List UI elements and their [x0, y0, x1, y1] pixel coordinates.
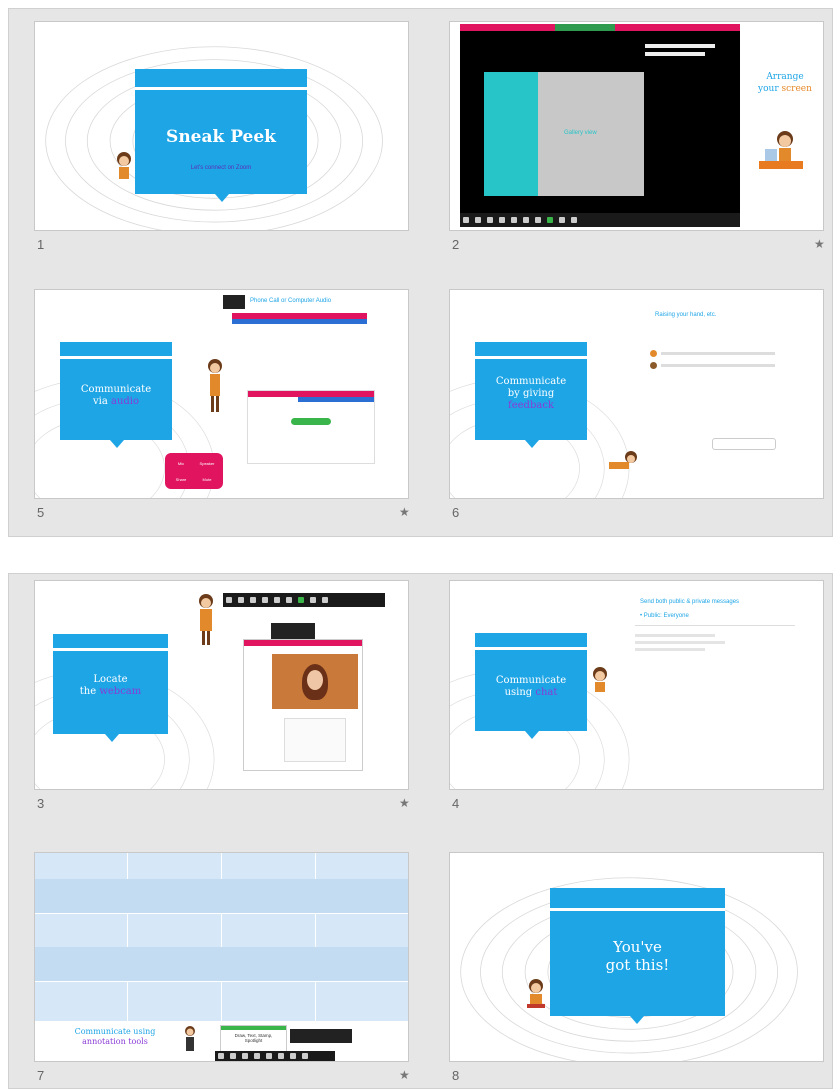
girl-lying-icon [609, 451, 637, 469]
arrange-title: Arrange your screen [758, 72, 812, 94]
audio-dialog [247, 390, 375, 464]
slide-subtitle: Let's connect on Zoom [190, 165, 252, 171]
slide-thumbnail-2[interactable]: Gallery view Arrange your screen [449, 21, 824, 231]
dialog-header: Phone Call or Computer Audio [250, 298, 332, 304]
girl-character-icon [208, 359, 222, 412]
girl-character-icon [199, 594, 213, 645]
zoom-toolbar [223, 593, 385, 607]
girl-character-icon [593, 667, 607, 692]
chat-panel [635, 625, 795, 745]
slide-panel-bottom: Locate the webcam 3 ★ Communicate using … [8, 573, 833, 1089]
participant-row [650, 350, 775, 369]
title-callout: Sneak Peek Let's connect on Zoom [135, 69, 307, 202]
slide-number-5: 5 [37, 505, 45, 520]
slide-header: Raising your hand, etc. [655, 312, 717, 318]
slide-panel-top: Sneak Peek Let's connect on Zoom 1 Galle… [8, 8, 833, 537]
slide-number-2: 2 [452, 237, 460, 252]
girl-character-icon [185, 1026, 195, 1051]
girl-character-icon [117, 152, 131, 179]
audio-badge: Mic Speaker Share Mute [165, 453, 223, 489]
star-icon: ★ [399, 796, 410, 810]
annotation-toolbar [215, 1051, 335, 1061]
annotation-caption: Communicate using annotation tools [74, 1027, 156, 1047]
participants-pane [645, 40, 735, 80]
slide-title: Sneak Peek [166, 127, 276, 147]
title-callout: Communicate via audio [60, 342, 172, 448]
zoom-toolbar [460, 213, 740, 227]
slide-number-3: 3 [37, 796, 45, 811]
title-callout: Communicate using chat [475, 633, 587, 739]
slide-number-1: 1 [37, 237, 45, 252]
chat-bullet: • Public: Everyone [640, 613, 689, 619]
star-icon: ★ [399, 505, 410, 519]
slide-number-4: 4 [452, 796, 460, 811]
chat-header: Send both public & private messages [640, 599, 740, 605]
video-tile: Gallery view [484, 72, 644, 196]
slide-number-8: 8 [452, 1068, 460, 1083]
slide-thumbnail-5[interactable]: Communicate via audio Phone Call or Comp… [34, 289, 409, 499]
title-callout: Locate the webcam [53, 634, 168, 742]
slide-number-6: 6 [452, 505, 460, 520]
annotation-grid [35, 853, 408, 1021]
girl-at-computer-icon [759, 131, 803, 169]
webcam-window [243, 639, 363, 771]
title-callout: You've got this! [550, 888, 725, 1024]
reactions-box [712, 438, 776, 450]
slide-thumbnail-1[interactable]: Sneak Peek Let's connect on Zoom [34, 21, 409, 231]
slide-thumbnail-4[interactable]: Communicate using chat Send both public … [449, 580, 824, 790]
title-callout: Communicate by giving feedback [475, 342, 587, 448]
join-audio-button[interactable] [291, 418, 331, 425]
slide-thumbnail-6[interactable]: Communicate by giving feedback Raising y… [449, 289, 824, 499]
star-icon: ★ [814, 237, 825, 251]
star-icon: ★ [399, 1068, 410, 1082]
girl-sitting-icon [527, 979, 545, 1008]
gallery-view-label: Gallery view [564, 130, 597, 136]
slide-number-7: 7 [37, 1068, 45, 1083]
slide-thumbnail-3[interactable]: Locate the webcam [34, 580, 409, 790]
slide-thumbnail-7[interactable]: Communicate using annotation tools Draw,… [34, 852, 409, 1062]
slide-thumbnail-8[interactable]: You've got this! [449, 852, 824, 1062]
